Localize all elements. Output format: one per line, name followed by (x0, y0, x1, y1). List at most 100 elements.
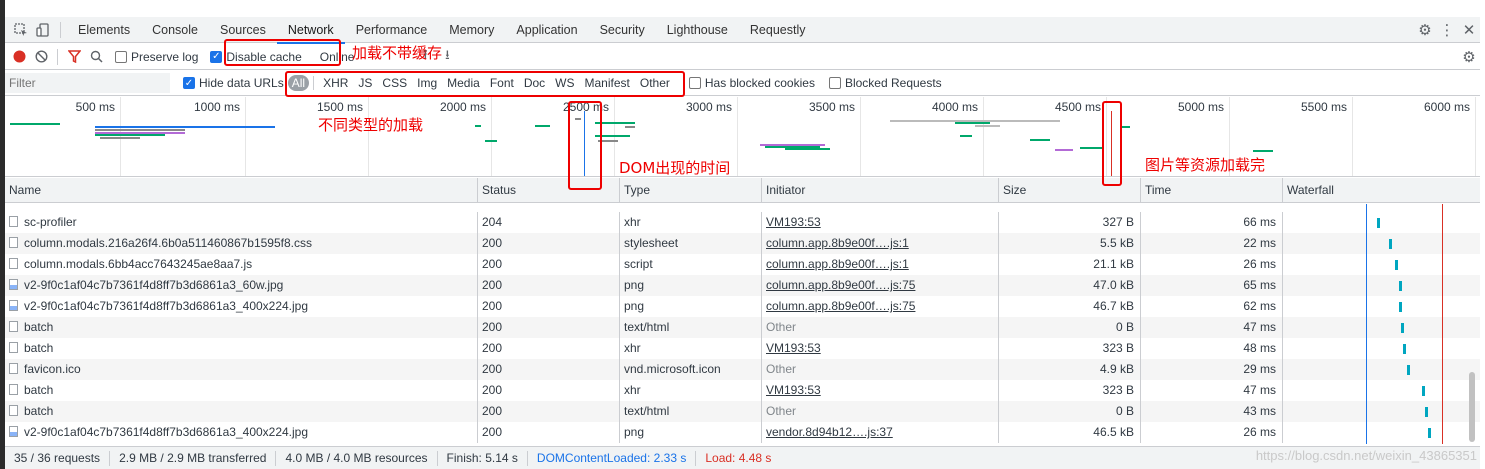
cell-waterfall (1283, 359, 1480, 380)
cell-initiator-text[interactable]: column.app.8b9e00f….js:1 (766, 257, 909, 271)
waterfall-bar (1377, 218, 1381, 228)
has-blocked-cookies-label: Has blocked cookies (704, 76, 815, 90)
table-row[interactable]: batch 200 text/html Other 0 B 47 ms (5, 317, 1480, 338)
clear-icon[interactable] (30, 46, 52, 68)
cell-initiator-text[interactable]: VM193:53 (766, 215, 821, 229)
table-row[interactable]: v2-9f0c1af04c7b7361f4d8ff7b3d6861a3_60w.… (5, 275, 1480, 296)
cell-time-text: 29 ms (1243, 362, 1276, 376)
tab-application[interactable]: Application (505, 17, 588, 43)
checkbox-box[interactable] (115, 50, 127, 63)
image-file-icon (9, 279, 18, 290)
overview-gridline (491, 97, 492, 176)
cell-initiator-text[interactable]: column.app.8b9e00f….js:1 (766, 236, 909, 250)
cell-size: 0 B (999, 401, 1141, 422)
table-row[interactable]: batch 200 xhr VM193:53 323 B 48 ms (5, 338, 1480, 359)
cell-status-text: 200 (482, 404, 503, 418)
overview-request-bar (960, 135, 972, 137)
cell-name-text: v2-9f0c1af04c7b7361f4d8ff7b3d6861a3_60w.… (24, 278, 284, 292)
column-header-initiator[interactable]: Initiator (762, 178, 999, 203)
table-row[interactable]: batch 200 text/html Other 0 B 43 ms (5, 401, 1480, 422)
table-row[interactable]: sc-profiler 204 xhr VM193:53 327 B 66 ms (5, 212, 1480, 233)
cell-size-text: 0 B (1115, 404, 1134, 418)
waterfall-bar (1395, 260, 1399, 270)
cell-initiator-text[interactable]: column.app.8b9e00f….js:75 (766, 299, 915, 313)
filter-input[interactable] (5, 73, 170, 93)
cell-initiator-text[interactable]: VM193:53 (766, 341, 821, 355)
filter-icon[interactable] (63, 46, 85, 68)
cell-time-text: 43 ms (1243, 404, 1276, 418)
tab-elements[interactable]: Elements (67, 17, 141, 43)
overview-tick-label: 6000 ms (1423, 100, 1470, 114)
cell-name-text: favicon.ico (24, 362, 81, 376)
cell-type-text: png (624, 278, 645, 292)
column-header-time[interactable]: Time (1141, 178, 1283, 203)
cell-size: 323 B (999, 380, 1141, 401)
overview-request-bar (535, 125, 550, 127)
inspect-element-icon[interactable] (10, 19, 32, 41)
dom-content-loaded-time: DOMContentLoaded: 2.33 s (528, 450, 697, 466)
divider (57, 48, 58, 65)
document-file-icon (9, 216, 18, 227)
table-row[interactable]: favicon.ico 200 vnd.microsoft.icon Other 4.9… (5, 359, 1480, 380)
tab-lighthouse[interactable]: Lighthouse (656, 17, 739, 43)
waterfall-bar (1421, 386, 1425, 396)
cell-initiator: Other (762, 359, 999, 380)
overview-gridline (245, 97, 246, 176)
cell-initiator: column.app.8b9e00f….js:1 (762, 233, 999, 254)
tab-security[interactable]: Security (589, 17, 656, 43)
cell-initiator: VM193:53 (762, 338, 999, 359)
cell-initiator-text[interactable]: column.app.8b9e00f….js:75 (766, 278, 915, 292)
table-row[interactable]: v2-9f0c1af04c7b7361f4d8ff7b3d6861a3_400x… (5, 422, 1480, 443)
table-row[interactable]: v2-9f0c1af04c7b7361f4d8ff7b3d6861a3_400x… (5, 296, 1480, 317)
cell-initiator: Other (762, 401, 999, 422)
cell-name-text: batch (24, 404, 54, 418)
cell-status-text: 200 (482, 257, 503, 271)
cell-type-text: text/html (624, 320, 670, 334)
column-header-waterfall[interactable]: Waterfall (1283, 178, 1480, 203)
tab-performance[interactable]: Performance (345, 17, 439, 43)
close-icon[interactable]: ✕ (1458, 19, 1480, 41)
transferred-size: 2.9 MB / 2.9 MB transferred (110, 450, 277, 466)
blocked-requests-checkbox[interactable]: Blocked Requests (828, 76, 942, 90)
cell-time: 43 ms (1141, 401, 1283, 422)
watermark: https://blog.csdn.net/weixin_43865351 (1255, 448, 1477, 463)
table-row[interactable]: batch 200 xhr VM193:53 323 B 47 ms (5, 380, 1480, 401)
network-settings-gear-icon[interactable]: ⚙ (1458, 46, 1480, 68)
settings-gear-icon[interactable]: ⚙ (1414, 19, 1436, 41)
cell-time-text: 22 ms (1243, 236, 1276, 250)
cell-initiator-text[interactable]: VM193:53 (766, 383, 821, 397)
cell-status-text: 200 (482, 236, 503, 250)
table-row[interactable]: column.modals.6bb4acc7643245ae8aa7.js 200… (5, 254, 1480, 275)
table-row[interactable]: column.modals.216a26f4.6b0a511460867b159… (5, 233, 1480, 254)
checkbox-checked[interactable]: ✓ (210, 50, 223, 63)
record-button[interactable] (8, 46, 30, 68)
cell-type: text/html (620, 401, 762, 422)
hide-data-urls-checkbox[interactable]: ✓ Hide data URLs (183, 76, 284, 90)
cell-initiator: vendor.8d94b12….js:37 (762, 422, 999, 443)
cell-name-text: column.modals.6bb4acc7643245ae8aa7.js (24, 257, 253, 271)
document-file-icon (9, 363, 18, 374)
checkbox-checked[interactable]: ✓ (183, 77, 195, 89)
cell-initiator-text[interactable]: vendor.8d94b12….js:37 (766, 425, 893, 439)
vertical-scrollbar[interactable] (1469, 372, 1475, 442)
cell-time-text: 62 ms (1243, 299, 1276, 313)
cell-size: 327 B (999, 212, 1141, 233)
has-blocked-cookies-checkbox[interactable]: Has blocked cookies (688, 76, 815, 90)
tab-memory[interactable]: Memory (438, 17, 505, 43)
preserve-log-checkbox[interactable]: Preserve log (115, 50, 198, 64)
tab-console[interactable]: Console (141, 17, 209, 43)
checkbox-box[interactable] (688, 77, 701, 89)
cell-status-text: 200 (482, 320, 503, 334)
cell-waterfall (1283, 422, 1480, 443)
column-header-type[interactable]: Type (620, 178, 762, 203)
checkbox-box[interactable] (828, 77, 841, 89)
column-header-name[interactable]: Name (5, 178, 478, 203)
device-toolbar-icon[interactable] (32, 19, 54, 41)
cell-status: 200 (478, 275, 620, 296)
overview-request-bar (785, 148, 830, 150)
overview-gridline (368, 97, 369, 176)
more-options-icon[interactable]: ⋮ (1436, 19, 1458, 41)
annotation-box-dom (568, 101, 602, 190)
tab-requestly[interactable]: Requestly (739, 17, 817, 43)
search-icon[interactable] (85, 46, 107, 68)
